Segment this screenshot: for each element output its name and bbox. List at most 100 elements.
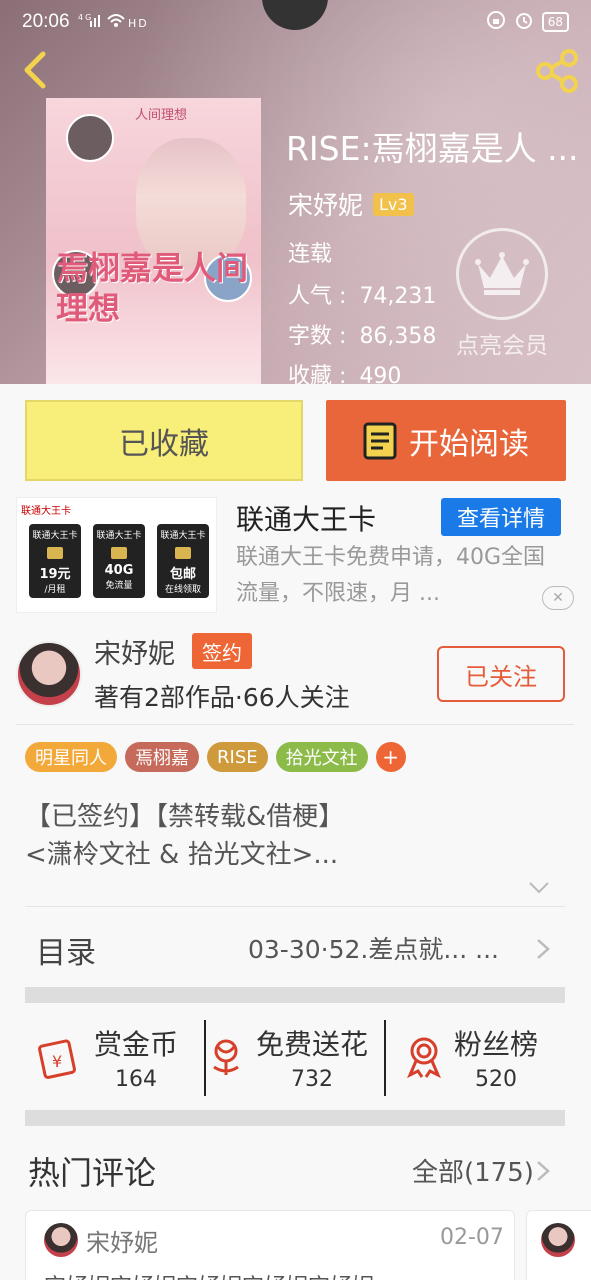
share-button[interactable] [534, 48, 580, 94]
follow-button[interactable]: 已关注 [437, 646, 565, 702]
colon: : [339, 364, 347, 384]
chevron-down-icon [529, 882, 549, 894]
tag-chip[interactable]: RISE [207, 742, 268, 772]
signal-icon: 4G HD [78, 11, 148, 33]
chevron-left-icon [24, 51, 46, 89]
add-tag-button[interactable]: + [375, 742, 406, 772]
stat-label: 赏金币 [94, 1027, 179, 1061]
sim-name: 联通大王卡 [96, 531, 142, 541]
toc-open-button[interactable] [536, 938, 550, 960]
vip-label[interactable]: 点亮会员 [446, 326, 558, 360]
comment-card[interactable] [526, 1210, 591, 1280]
sim-card: 联通大王卡 包邮 在线领取 [157, 524, 209, 598]
favorites-label: 收藏 [288, 364, 333, 384]
avatar[interactable] [16, 641, 82, 707]
close-icon: ✕ [552, 590, 564, 606]
ad-image[interactable]: 联通大王卡 联通大王卡 19元 /月租 联通大王卡 40G 免流量 联通大王卡 … [16, 497, 217, 613]
tag-chip[interactable]: 拾光文社 [275, 742, 368, 772]
intro-line: <潇柃文社 & 拾光文社>... [25, 840, 339, 870]
book-author[interactable]: 宋妤妮 [288, 186, 363, 222]
author-name[interactable]: 宋妤妮 [94, 632, 175, 671]
stat-value: 164 [115, 1066, 157, 1092]
fan-ranking-button[interactable]: 粉丝榜 520 [404, 1018, 538, 1096]
chip-icon [47, 547, 63, 559]
book-header: 20:06 4G HD 68 人间理想 焉栩嘉是人间理想 RISE:焉栩嘉是人 … [0, 0, 591, 384]
cover-avatar [66, 114, 114, 162]
section-divider [25, 1110, 565, 1126]
chevron-right-icon [537, 1161, 550, 1181]
sim-sub: 免流量 [105, 581, 133, 591]
book-cover[interactable]: 人间理想 焉栩嘉是人间理想 [46, 98, 261, 384]
stat-value: 520 [475, 1066, 517, 1092]
stat-label: 免费送花 [256, 1027, 369, 1061]
book-author-line: 宋妤妮 Lv3 [288, 186, 414, 222]
comment-date: 02-07 [440, 1225, 504, 1250]
divider [384, 1020, 386, 1096]
sim-name: 联通大王卡 [32, 531, 78, 541]
comment-card[interactable]: 宋妤妮 02-07 宋妤妮宋妤妮宋妤妮宋妤妮宋妤妮 [25, 1210, 515, 1280]
ad-close-button[interactable]: ✕ [542, 586, 574, 610]
sim-value: 19元 [39, 567, 71, 582]
book-title: RISE:焉栩嘉是人 ... [286, 129, 579, 168]
ad-detail-button[interactable]: 查看详情 [441, 498, 561, 536]
chevron-right-icon [537, 939, 550, 959]
back-button[interactable] [14, 50, 54, 90]
start-reading-label: 开始阅读 [409, 426, 529, 462]
start-reading-button[interactable]: 开始阅读 [326, 400, 566, 481]
collected-button[interactable]: 已收藏 [25, 400, 303, 481]
tag-chip[interactable]: 焉栩嘉 [125, 742, 199, 772]
section-divider [25, 987, 565, 1003]
divider [16, 724, 574, 725]
expand-intro-button[interactable] [528, 880, 550, 894]
flower-icon [213, 1039, 239, 1075]
tag-chip[interactable]: 明星同人 [25, 742, 117, 772]
sim-sub: 在线领取 [164, 585, 201, 595]
vip-badge[interactable] [456, 228, 548, 320]
svg-text:¥: ¥ [52, 1052, 62, 1071]
chip-icon [175, 547, 191, 559]
sim-name: 联通大王卡 [160, 531, 206, 541]
tag-list: 明星同人 焉栩嘉 RISE 拾光文社 + [25, 742, 406, 772]
toc-label[interactable]: 目录 [36, 928, 96, 972]
author-stats: 著有2部作品·66人关注 [94, 683, 350, 712]
words-value: 86,358 [359, 324, 437, 349]
svg-text:HD: HD [128, 17, 148, 29]
favorites-value: 490 [359, 364, 402, 384]
serial-status: 连载 [288, 242, 333, 267]
all-comments-link[interactable]: 全部(175) [412, 1152, 534, 1189]
divider [25, 906, 565, 907]
ad-description[interactable]: 联通大王卡免费申请，40G全国流量，不限速，月 ... [236, 540, 566, 612]
lock-rotation-icon [486, 10, 506, 35]
send-flowers-button[interactable]: 免费送花 732 [206, 1018, 368, 1096]
avatar[interactable] [44, 1223, 78, 1257]
ad-brand: 联通大王卡 [21, 506, 71, 517]
status-time: 20:06 [22, 11, 70, 32]
popularity-stat: 人气 : 74,231 [288, 278, 436, 310]
ad-title[interactable]: 联通大王卡 [236, 498, 376, 538]
toc-latest-chapter[interactable]: 03-30·52.差点就... ... [248, 930, 526, 966]
colon: : [339, 284, 347, 309]
chip-icon [111, 547, 127, 559]
level-badge: Lv3 [373, 192, 414, 216]
status-bar: 20:06 4G HD 68 [0, 0, 591, 44]
sim-value: 包邮 [169, 567, 196, 582]
book-icon [363, 422, 397, 459]
avatar[interactable] [541, 1223, 575, 1257]
words-stat: 字数 : 86,358 [288, 318, 436, 350]
alarm-icon [514, 10, 534, 35]
comment-text: 宋妤妮宋妤妮宋妤妮宋妤妮宋妤妮 [44, 1269, 504, 1280]
red-envelope-icon: ¥ [38, 1039, 76, 1079]
cover-title: 焉栩嘉是人间理想 [56, 249, 249, 327]
signed-badge: 签约 [192, 633, 252, 669]
book-intro[interactable]: 【已签约】【禁转载&借梗】 <潇柃文社 & 拾光文社>... [25, 798, 565, 874]
favorites-stat: 收藏 : 490 [288, 358, 401, 384]
comment-user[interactable]: 宋妤妮 [86, 1223, 158, 1258]
sim-value: 40G [104, 563, 134, 578]
stat-label: 粉丝榜 [454, 1027, 539, 1061]
battery-indicator: 68 [541, 12, 569, 32]
colon: : [339, 324, 347, 349]
sim-sub: /月租 [44, 585, 66, 595]
reward-coins-button[interactable]: ¥ 赏金币 164 [38, 1018, 178, 1096]
stat-value: 732 [291, 1066, 333, 1092]
all-comments-button[interactable] [536, 1160, 550, 1182]
